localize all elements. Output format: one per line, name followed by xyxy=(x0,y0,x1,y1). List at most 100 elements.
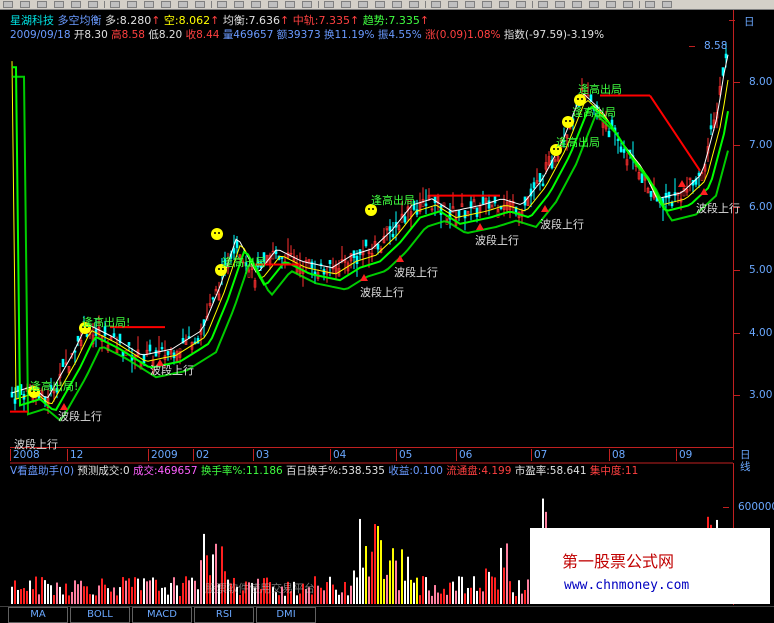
wave-up-label: 波段上行 xyxy=(394,266,438,279)
candle-body xyxy=(667,191,671,199)
candle-body xyxy=(61,358,65,367)
smiley-eye xyxy=(581,98,583,100)
date-axis: 2008 12 2009 02 03 04 05 06 07 08 09 日线 xyxy=(10,447,751,473)
tab-ma[interactable]: MA xyxy=(8,607,68,623)
candle-body xyxy=(160,347,164,350)
candle-body xyxy=(532,182,536,189)
candle-body xyxy=(622,149,626,153)
candle-body xyxy=(424,203,428,206)
candle-body xyxy=(481,196,485,205)
wave-up-label: 波段上行 xyxy=(360,286,404,299)
smiley-eye xyxy=(569,120,571,122)
candle-body xyxy=(619,146,623,152)
candle-body xyxy=(607,130,611,138)
forecast-volume: 预测成交:0 xyxy=(77,465,130,477)
date-tick: 2009 xyxy=(148,449,178,461)
smiley-eye xyxy=(218,232,220,234)
peak-exit-label: 逢高出局 xyxy=(578,83,622,96)
watermark: 第一股票公式网 www.chnmoney.com xyxy=(530,528,770,604)
wave-up-label: 波段上行 xyxy=(14,438,58,451)
candle-body xyxy=(211,297,215,300)
ma-fast-line xyxy=(11,54,729,398)
up-arrow-icon xyxy=(476,223,484,230)
smiley-eye xyxy=(372,208,374,210)
candle-body xyxy=(538,173,542,182)
period-label[interactable]: 日 xyxy=(729,14,755,29)
peak-exit-label: 逢高出局 xyxy=(222,256,266,269)
date-axis-label[interactable]: 日线 xyxy=(738,449,751,473)
wave-up-label: 波段上行 xyxy=(540,218,584,231)
smiley-icon xyxy=(211,228,223,240)
candle-body xyxy=(127,342,131,346)
candle-body xyxy=(166,351,170,356)
tab-dmi[interactable]: DMI xyxy=(256,607,316,623)
smiley-eye xyxy=(368,208,370,210)
candle-body xyxy=(709,125,713,130)
hidden-caption: 股票软件使用交易平台 xyxy=(205,582,315,595)
date-tick: 04 xyxy=(330,449,346,461)
tab-boll[interactable]: BOLL xyxy=(70,607,130,623)
up-arrow-icon xyxy=(678,180,686,187)
up-arrow-icon xyxy=(541,205,549,212)
pe-ratio: 市盈率:58.641 xyxy=(514,465,587,477)
peak-exit-label: 逢高出局 xyxy=(556,136,600,149)
date-tick: 03 xyxy=(253,449,269,461)
candle-body xyxy=(640,173,644,183)
peak-exit-label: 逢高出局! xyxy=(30,380,79,393)
trend-segment xyxy=(649,94,701,172)
candle-body xyxy=(355,255,359,264)
wave-up-label: 波段上行 xyxy=(475,234,519,247)
candle-body xyxy=(403,216,407,223)
sub-panel-title[interactable]: V看盘助手(0) xyxy=(10,465,74,477)
indicator-tabs: MA BOLL MACD RSI DMI xyxy=(0,606,774,623)
smiley-eye xyxy=(553,148,555,150)
candle-body xyxy=(142,353,146,364)
date-tick: 07 xyxy=(531,449,547,461)
candle-body xyxy=(463,210,467,219)
date-tick: 08 xyxy=(609,449,625,461)
smiley-eye xyxy=(218,268,220,270)
candle-body xyxy=(232,248,236,254)
date-tick: 09 xyxy=(676,449,692,461)
concentration: 集中度:11 xyxy=(589,465,639,477)
peak-exit-label: 逢高出局! xyxy=(82,316,131,329)
wave-up-label: 波段上行 xyxy=(150,364,194,377)
tab-rsi[interactable]: RSI xyxy=(194,607,254,623)
candle-body xyxy=(388,226,392,232)
candle-body xyxy=(541,183,545,186)
ma-mid-line xyxy=(11,61,729,405)
candle-body xyxy=(391,233,395,238)
hundred-day-turnover: 百日换手%:538.535 xyxy=(286,465,385,477)
candle-body xyxy=(616,139,620,141)
volume-tick: 600000 xyxy=(722,501,774,513)
candle-body xyxy=(487,200,491,209)
ma-slow-line xyxy=(12,66,729,412)
candle-body xyxy=(364,239,368,247)
earnings: 收益:0.100 xyxy=(388,465,443,477)
candle-body xyxy=(280,257,284,259)
date-tick: 12 xyxy=(67,449,83,461)
price-tick: 8.00 xyxy=(733,76,773,88)
turnover-rate: 换手率%:11.186 xyxy=(200,465,283,477)
candle-body xyxy=(328,259,332,265)
date-tick: 02 xyxy=(193,449,209,461)
candle-body xyxy=(235,240,239,248)
wave-up-label: 波段上行 xyxy=(58,410,102,423)
price-tick: 4.00 xyxy=(733,327,773,339)
circulation: 流通盘:4.199 xyxy=(446,465,512,477)
tab-macd[interactable]: MACD xyxy=(132,607,192,623)
ma-slower-line xyxy=(12,75,729,422)
price-tick: 6.00 xyxy=(733,201,773,213)
smiley-eye xyxy=(214,232,216,234)
price-top-value: 8.58 xyxy=(688,40,728,52)
watermark-title: 第一股票公式网 xyxy=(562,552,675,571)
candle-body xyxy=(649,190,653,197)
candle-body xyxy=(376,243,380,250)
candle-body xyxy=(148,344,152,352)
price-tick: 7.00 xyxy=(733,139,773,151)
candle-body xyxy=(475,207,479,217)
wave-up-label: 波段上行 xyxy=(696,202,740,215)
sub-volume: 成交:469657 xyxy=(132,465,198,477)
date-tick: 06 xyxy=(456,449,472,461)
peak-exit-label: 逢高出局 xyxy=(572,106,616,119)
